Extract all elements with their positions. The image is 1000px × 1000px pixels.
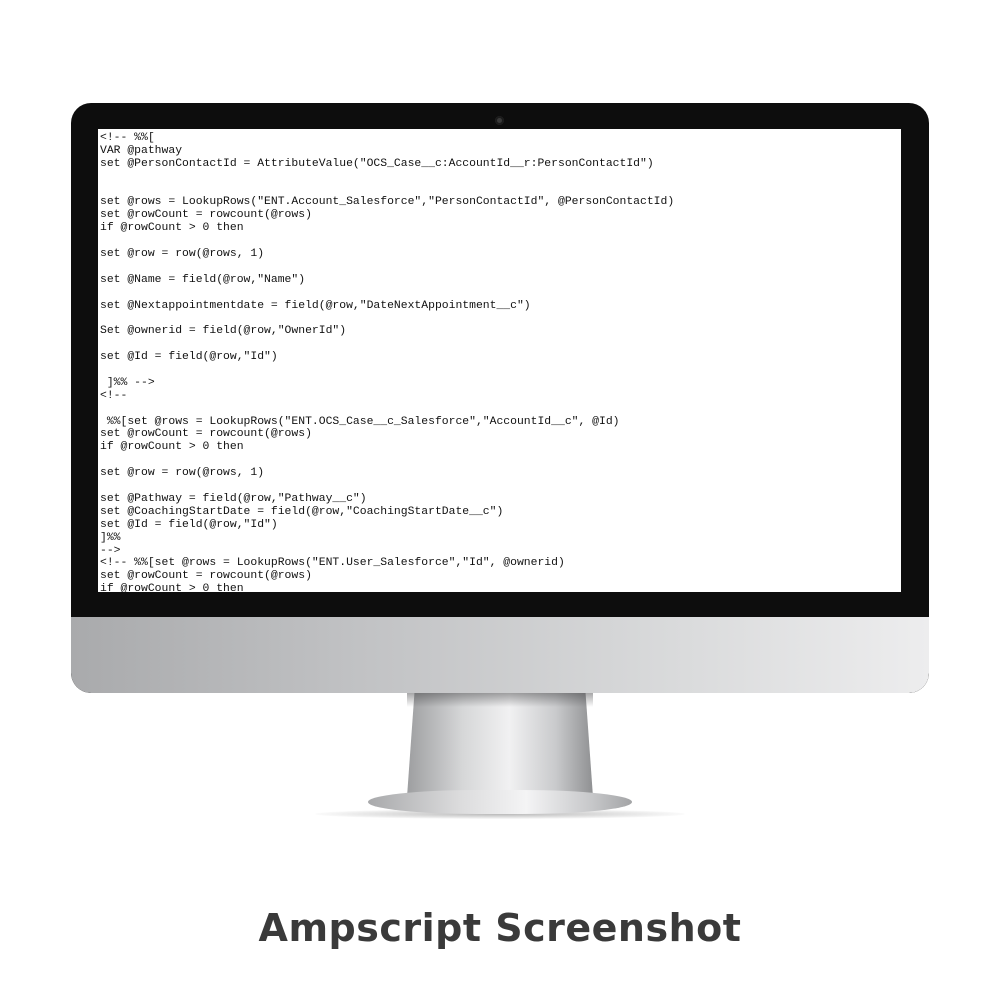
code-line: set @PersonContactId = AttributeValue("O… xyxy=(100,157,654,170)
code-line: set @rowCount = rowcount(@rows) xyxy=(100,570,312,583)
code-line: set @Pathway = field(@row,"Pathway__c") xyxy=(100,492,367,505)
code-line: set @Nextappointmentdate = field(@row,"D… xyxy=(100,299,531,312)
code-line: if @rowCount > 0 then xyxy=(100,441,244,454)
code-line: Set @ownerid = field(@row,"OwnerId") xyxy=(100,325,347,338)
code-line: set @Id = field(@row,"Id") xyxy=(100,351,278,364)
caption-title: Ampscript Screenshot xyxy=(258,906,742,950)
code-line: <!-- xyxy=(100,389,128,402)
code-line: VAR @pathway xyxy=(100,144,183,157)
code-line: ]%% --> xyxy=(100,376,155,389)
code-line: set @Name = field(@row,"Name") xyxy=(100,273,306,286)
code-line: if @rowCount > 0 then xyxy=(100,222,244,235)
monitor-stand-base xyxy=(368,790,632,814)
monitor-screen: <!-- %%[VAR @pathway set @PersonContactId… xyxy=(98,129,901,592)
product-mockup: <!-- %%[VAR @pathway set @PersonContactId… xyxy=(0,0,1000,1000)
code-line: set @rowCount = rowcount(@rows) xyxy=(100,428,312,441)
code-line: set @row = row(@rows, 1) xyxy=(100,467,265,480)
code-line: if @rowCount > 0 then xyxy=(100,583,244,592)
code-line: set @row = row(@rows, 1) xyxy=(100,248,265,261)
monitor: <!-- %%[VAR @pathway set @PersonContactId… xyxy=(71,103,929,693)
monitor-stand-shadow xyxy=(407,693,593,707)
code-line: %%[set @rows = LookupRows("ENT.OCS_Case_… xyxy=(100,415,620,428)
monitor-chin xyxy=(71,617,929,693)
camera-icon xyxy=(495,116,504,125)
code-editor: <!-- %%[VAR @pathway set @PersonContactId… xyxy=(98,129,901,592)
code-line: <!-- %%[set @rows = LookupRows("ENT.User… xyxy=(100,557,565,570)
monitor-stand-neck xyxy=(407,693,593,797)
code-line: ]%% xyxy=(100,531,121,544)
code-line: set @rowCount = rowcount(@rows) xyxy=(100,209,312,222)
code-line: set @Id = field(@row,"Id") xyxy=(100,518,278,531)
code-line: set @CoachingStartDate = field(@row,"Coa… xyxy=(100,505,504,518)
code-line: <!-- %%[ xyxy=(100,132,155,144)
code-line: --> xyxy=(100,544,121,557)
code-line: set @rows = LookupRows("ENT.Account_Sale… xyxy=(100,196,675,209)
